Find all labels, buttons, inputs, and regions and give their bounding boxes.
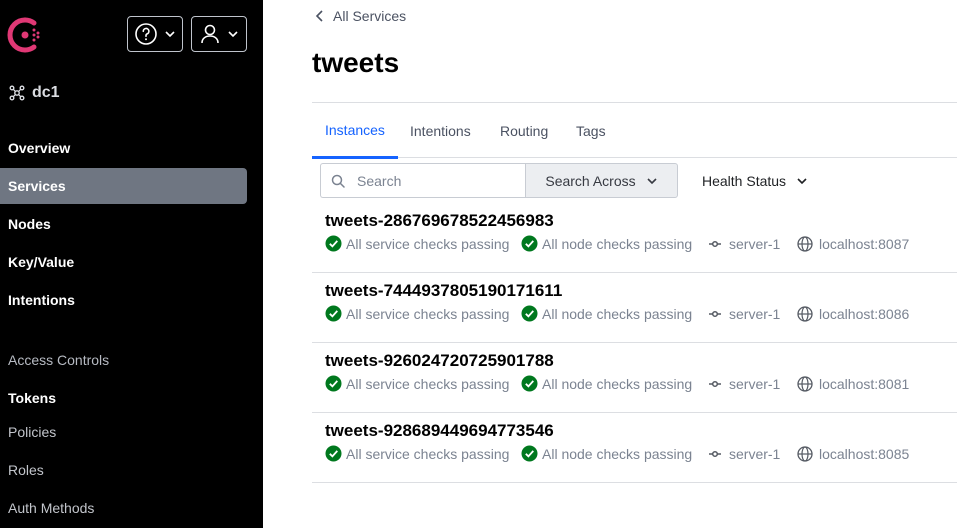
instance-node: server-1	[709, 376, 797, 392]
help-icon	[135, 23, 157, 45]
instance-meta: All service checks passing All node chec…	[325, 235, 909, 252]
instance-row[interactable]: tweets-7444937805190171611 All service c…	[312, 273, 957, 343]
instance-address-text: localhost:8085	[819, 445, 910, 462]
chevron-down-icon	[797, 177, 807, 184]
instance-address: localhost:8081	[797, 376, 909, 392]
tab-tags[interactable]: Tags	[576, 103, 606, 159]
check-circle-icon	[325, 305, 342, 322]
nav-item-overview[interactable]: Overview	[0, 130, 247, 166]
user-icon	[201, 24, 219, 44]
page-title: tweets	[312, 47, 400, 78]
check-circle-icon	[521, 235, 538, 252]
instance-name[interactable]: tweets-7444937805190171611	[325, 281, 562, 301]
sidebar: dc1 Overview Services Nodes Key/Value In…	[0, 0, 263, 528]
globe-icon	[797, 445, 813, 462]
datacenter-selector[interactable]: dc1	[8, 84, 60, 102]
node-checks-text: All node checks passing	[542, 305, 693, 322]
tab-routing[interactable]: Routing	[500, 103, 548, 159]
search-icon	[331, 174, 345, 188]
node-checks-status: All node checks passing	[521, 235, 709, 252]
health-status-dropdown[interactable]: Health Status	[702, 163, 808, 198]
node-checks-status: All node checks passing	[521, 445, 709, 462]
instance-row[interactable]: tweets-926024720725901788 All service ch…	[312, 343, 957, 413]
breadcrumb-link[interactable]: All Services	[333, 8, 406, 24]
tab-instances[interactable]: Instances	[312, 103, 398, 159]
node-checks-text: All node checks passing	[542, 375, 693, 392]
service-checks-status: All service checks passing	[325, 375, 521, 392]
instance-address: localhost:8085	[797, 446, 909, 462]
instance-meta: All service checks passing All node chec…	[325, 305, 909, 322]
search-box	[320, 163, 526, 198]
instance-name[interactable]: tweets-926024720725901788	[325, 351, 554, 371]
check-circle-icon	[521, 375, 538, 392]
instance-node: server-1	[709, 306, 797, 322]
nav-item-keyvalue[interactable]: Key/Value	[0, 244, 247, 280]
chevron-left-icon	[315, 10, 323, 22]
service-checks-text: All service checks passing	[346, 445, 510, 462]
node-checks-text: All node checks passing	[542, 235, 693, 252]
instance-node-text[interactable]: server-1	[729, 376, 780, 392]
instance-address-text: localhost:8081	[819, 375, 910, 392]
globe-icon	[797, 375, 813, 392]
instance-row[interactable]: tweets-928689449694773546 All service ch…	[312, 413, 957, 483]
chevron-down-icon	[165, 31, 175, 38]
consul-logo-icon[interactable]	[6, 16, 44, 54]
breadcrumb[interactable]: All Services	[315, 8, 406, 24]
nav-item-nodes[interactable]: Nodes	[0, 206, 247, 242]
chevron-down-icon	[228, 31, 238, 38]
tab-bar: Instances Intentions Routing Tags	[312, 102, 957, 159]
instance-node: server-1	[709, 236, 797, 252]
node-checks-status: All node checks passing	[521, 305, 709, 322]
git-commit-icon	[709, 450, 721, 457]
globe-icon	[797, 235, 813, 252]
nav-item-roles[interactable]: Roles	[0, 452, 247, 488]
search-across-dropdown[interactable]: Search Across	[525, 163, 678, 198]
check-circle-icon	[325, 445, 342, 462]
check-circle-icon	[325, 375, 342, 392]
nav-item-policies[interactable]: Policies	[0, 414, 247, 450]
git-commit-icon	[709, 310, 721, 317]
instance-node-text[interactable]: server-1	[729, 236, 780, 252]
instance-row[interactable]: tweets-286769678522456983 All service ch…	[312, 203, 957, 273]
check-circle-icon	[325, 235, 342, 252]
service-checks-text: All service checks passing	[346, 375, 510, 392]
instance-node-text[interactable]: server-1	[729, 446, 780, 462]
instance-address-text: localhost:8087	[819, 235, 910, 252]
instance-address-text: localhost:8086	[819, 305, 910, 322]
access-controls-heading: Access Controls	[8, 352, 110, 368]
globe-icon	[797, 305, 813, 322]
datacenter-icon	[9, 85, 25, 101]
check-circle-icon	[521, 305, 538, 322]
instance-meta: All service checks passing All node chec…	[325, 375, 909, 392]
instance-address: localhost:8086	[797, 306, 909, 322]
service-checks-text: All service checks passing	[346, 235, 510, 252]
search-input[interactable]	[357, 172, 507, 189]
check-circle-icon	[521, 445, 538, 462]
instance-meta: All service checks passing All node chec…	[325, 445, 909, 462]
node-checks-status: All node checks passing	[521, 375, 709, 392]
instance-address: localhost:8087	[797, 236, 909, 252]
instance-node: server-1	[709, 446, 797, 462]
node-checks-text: All node checks passing	[542, 445, 693, 462]
git-commit-icon	[709, 240, 721, 247]
tab-intentions[interactable]: Intentions	[410, 103, 471, 159]
nav-item-intentions[interactable]: Intentions	[0, 282, 247, 318]
help-menu-button[interactable]	[127, 16, 183, 52]
nav-item-tokens[interactable]: Tokens	[0, 380, 247, 416]
service-checks-status: All service checks passing	[325, 235, 521, 252]
user-menu-button[interactable]	[191, 16, 247, 52]
instance-name[interactable]: tweets-928689449694773546	[325, 421, 554, 441]
service-checks-text: All service checks passing	[346, 305, 510, 322]
nav-item-auth-methods[interactable]: Auth Methods	[0, 490, 247, 526]
datacenter-name: dc1	[32, 84, 60, 101]
instance-name[interactable]: tweets-286769678522456983	[325, 211, 554, 231]
chevron-down-icon	[647, 177, 657, 184]
git-commit-icon	[709, 380, 721, 387]
service-checks-status: All service checks passing	[325, 445, 521, 462]
search-across-label: Search Across	[545, 172, 636, 189]
instance-node-text[interactable]: server-1	[729, 306, 780, 322]
nav-item-services[interactable]: Services	[0, 168, 247, 204]
health-status-label: Health Status	[702, 172, 787, 189]
service-checks-status: All service checks passing	[325, 305, 521, 322]
